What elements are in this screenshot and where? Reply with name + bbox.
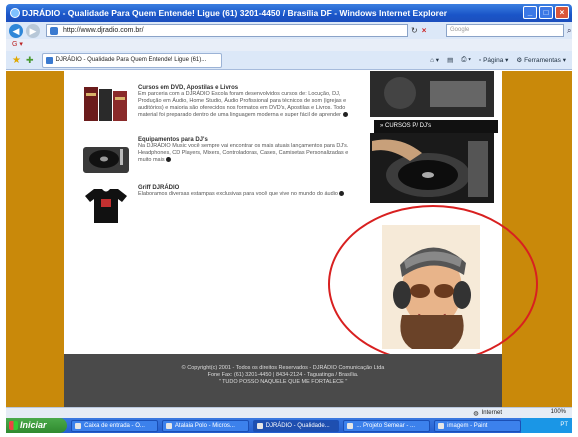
page-content: Cursos em DVD, Apostilas e Livros Em par… bbox=[6, 71, 572, 407]
favorites-star-icon[interactable]: ★ bbox=[12, 55, 21, 66]
globe-icon: ◍ bbox=[473, 410, 479, 417]
tab-djradio[interactable]: DJRÁDIO - Qualidade Para Quem Entende! L… bbox=[41, 52, 222, 68]
tab-label: DJRÁDIO - Qualidade Para Quem Entende! L… bbox=[55, 56, 207, 63]
page-menu-label: Página bbox=[483, 57, 504, 64]
page-favicon-icon bbox=[50, 27, 58, 35]
window-title: DJRÁDIO - Qualidade Para Quem Entende! L… bbox=[22, 8, 448, 18]
more-arrow-icon[interactable] bbox=[342, 112, 348, 118]
home-icon[interactable]: ⌂ ▾ bbox=[430, 56, 439, 64]
tools-menu-label: Ferramentas bbox=[524, 57, 561, 64]
command-bar: ⌂ ▾ ▤ ⎙ ▾ ▫ Página ▾ ⚙ Ferramentas ▾ bbox=[430, 56, 572, 64]
security-zone: ◍ Internet bbox=[473, 410, 502, 417]
turntable-image bbox=[83, 147, 129, 173]
browser-window: DJRÁDIO - Qualidade Para Quem Entende! L… bbox=[0, 0, 578, 437]
content-column: Cursos em DVD, Apostilas e Livros Em par… bbox=[64, 71, 538, 363]
page-menu[interactable]: ▫ Página ▾ bbox=[479, 56, 508, 64]
start-label: Iniciar bbox=[20, 420, 47, 430]
dvd-books-image bbox=[84, 87, 127, 121]
annotation-circle bbox=[328, 205, 538, 363]
address-field[interactable]: http://www.djradio.com.br/ bbox=[46, 24, 408, 37]
more-arrow-icon[interactable] bbox=[166, 157, 172, 163]
stop-icon[interactable]: × bbox=[422, 26, 427, 35]
forward-button[interactable]: ▶ bbox=[26, 23, 40, 38]
dj-turntable-image[interactable] bbox=[370, 133, 494, 203]
task-inbox[interactable]: Caixa de entrada - O... bbox=[71, 419, 158, 432]
product-griff[interactable]: Griff DJRÁDIO Elaboramos diversas estamp… bbox=[80, 185, 350, 225]
status-bar: ◍ Internet 100% bbox=[6, 407, 572, 418]
task-djradio[interactable]: DJRÁDIO - Qualidade... bbox=[252, 419, 340, 432]
address-controls: ↻ × bbox=[411, 26, 443, 35]
system-tray: PT bbox=[520, 418, 573, 433]
zone-label: Internet bbox=[481, 410, 502, 416]
print-icon[interactable]: ⎙ ▾ bbox=[461, 56, 471, 64]
sidebar-top-image[interactable] bbox=[370, 71, 494, 117]
close-button[interactable]: × bbox=[555, 6, 569, 19]
google-toolbar-icon[interactable]: G ▾ bbox=[12, 41, 23, 48]
title-bar: DJRÁDIO - Qualidade Para Quem Entende! L… bbox=[6, 4, 572, 22]
product-dvd[interactable]: Cursos em DVD, Apostilas e Livros Em par… bbox=[80, 85, 350, 125]
product-desc: Elaboramos diversas estampas exclusivas … bbox=[138, 191, 338, 197]
refresh-icon[interactable]: ↻ bbox=[411, 26, 418, 35]
cursos-dj-link[interactable]: » CURSOS P/ DJ's bbox=[374, 120, 498, 133]
taskbar: Iniciar Caixa de entrada - O... Atalaia … bbox=[6, 418, 573, 433]
product-desc: Em parceria com a DJRÁDIO Escola foram d… bbox=[138, 91, 347, 118]
search-input[interactable]: Google bbox=[446, 24, 564, 37]
navigation-bar: ◀ ▶ http://www.djradio.com.br/ ↻ × Googl… bbox=[6, 22, 572, 39]
product-equipment[interactable]: Equipamentos para DJ's Na DJRÁDIO Music … bbox=[80, 137, 350, 177]
feeds-icon[interactable]: ▤ bbox=[447, 56, 453, 64]
more-arrow-icon[interactable] bbox=[339, 191, 345, 197]
start-button[interactable]: Iniciar bbox=[6, 418, 68, 433]
footer-motto: " TUDO POSSO NAQUELE QUE ME FORTALECE " bbox=[218, 379, 348, 385]
footer-copyright: © Copyright(c) 2001 - Todos os direitos … bbox=[181, 365, 385, 371]
tab-favicon-icon bbox=[45, 56, 53, 64]
search-icon[interactable]: ⌕ bbox=[567, 26, 571, 36]
tools-menu[interactable]: ⚙ Ferramentas ▾ bbox=[516, 56, 566, 64]
footer-phone: Fone Fax: (61) 3201-4450 | 8434-2124 - T… bbox=[207, 372, 359, 378]
task-paint[interactable]: imagem - Paint bbox=[434, 419, 521, 432]
maximize-button[interactable]: □ bbox=[539, 6, 553, 19]
tab-row: ★ ✚ DJRÁDIO - Qualidade Para Quem Entend… bbox=[6, 51, 572, 70]
task-atalaia[interactable]: Atalaia Polo - Micros... bbox=[161, 419, 249, 432]
tshirt-image bbox=[85, 189, 127, 223]
google-toolbar: G ▾ bbox=[6, 39, 572, 51]
minimize-button[interactable]: _ bbox=[523, 6, 537, 19]
ie-logo-icon bbox=[10, 8, 20, 18]
back-button[interactable]: ◀ bbox=[9, 23, 23, 38]
search-placeholder: Google bbox=[450, 27, 470, 33]
language-indicator[interactable]: PT bbox=[560, 422, 568, 428]
cursos-dj-label: » CURSOS P/ DJ's bbox=[380, 123, 432, 129]
zoom-level[interactable]: 100% bbox=[551, 409, 566, 415]
window-controls: _ □ × bbox=[523, 6, 569, 19]
add-favorite-icon[interactable]: ✚ bbox=[26, 55, 34, 66]
address-url: http://www.djradio.com.br/ bbox=[63, 27, 144, 34]
page-footer: © Copyright(c) 2001 - Todos os direitos … bbox=[64, 354, 502, 407]
task-projeto-semear[interactable]: ... Projeto Semear - ... bbox=[343, 419, 431, 432]
